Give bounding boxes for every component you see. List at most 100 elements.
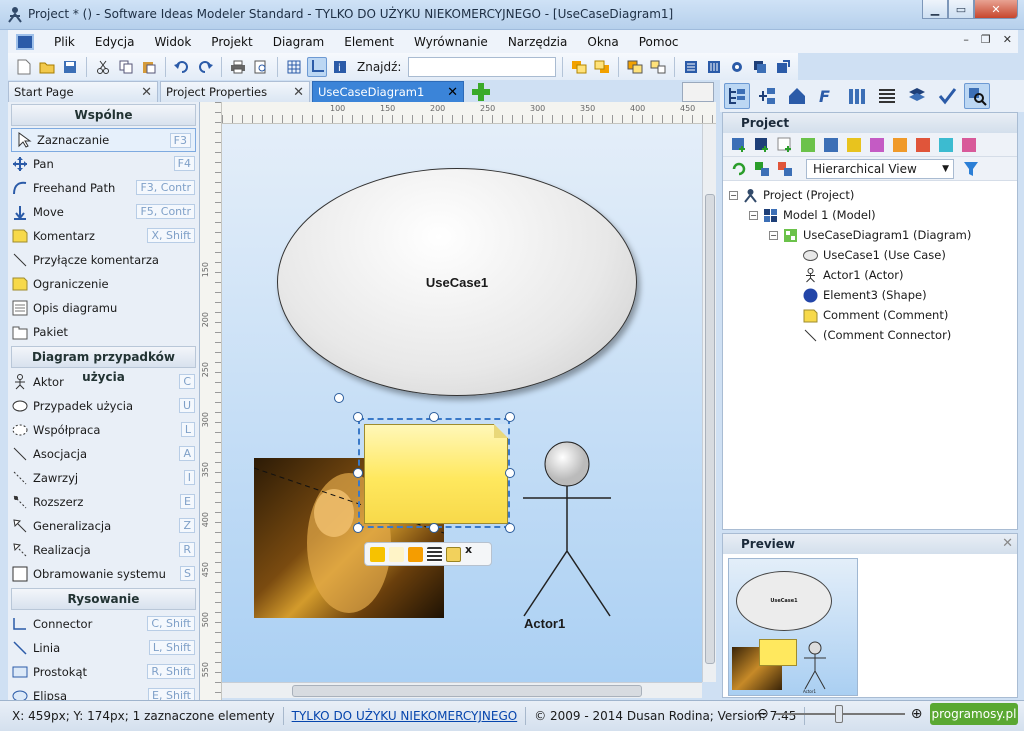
menu-projekt[interactable]: Projekt: [201, 35, 262, 49]
formula-icon[interactable]: F: [814, 83, 840, 109]
toolbox-item[interactable]: Przyłącze komentarza: [8, 248, 199, 272]
toolbox-section-header[interactable]: Diagram przypadków użycia: [11, 346, 196, 384]
tree-expander[interactable]: −: [769, 230, 778, 240]
toolbox-item[interactable]: Przypadek użycia U: [8, 394, 199, 418]
resize-handle[interactable]: [429, 523, 439, 533]
copy-icon[interactable]: [116, 57, 136, 77]
snap-icon[interactable]: [307, 56, 327, 77]
columns-icon[interactable]: [844, 83, 870, 109]
tab-dropdown-button[interactable]: [682, 82, 714, 102]
close-button[interactable]: ✕: [974, 0, 1018, 19]
menu-element[interactable]: Element: [334, 35, 404, 49]
toolbox-item[interactable]: Realizacja R: [8, 538, 199, 562]
maximize-button[interactable]: ▭: [948, 0, 974, 19]
toolbox-item[interactable]: Zaznaczanie F3: [11, 128, 196, 152]
menu-wyrownanie[interactable]: Wyrównanie: [404, 35, 498, 49]
grid-icon[interactable]: [284, 57, 304, 77]
mdi-minimize-button[interactable]: –: [963, 33, 969, 46]
zoom-out-icon[interactable]: ⊖: [757, 706, 769, 722]
toolbox-item[interactable]: Generalizacja Z: [8, 514, 199, 538]
bring-front-icon[interactable]: [569, 57, 589, 77]
group-icon[interactable]: [625, 57, 645, 77]
orange-color-icon[interactable]: [408, 546, 423, 562]
tree-node[interactable]: − Project (Project): [723, 185, 1017, 205]
paste-icon[interactable]: [139, 57, 159, 77]
refresh-icon[interactable]: [729, 159, 749, 179]
list-icon[interactable]: [874, 83, 900, 109]
distribute-icon[interactable]: [704, 57, 724, 77]
toolbox-item[interactable]: Linia L, Shift: [8, 636, 199, 660]
activity-diagram-icon[interactable]: [844, 135, 864, 155]
minimize-button[interactable]: ▁: [922, 0, 948, 19]
toolbox-item[interactable]: Obramowanie systemu S: [8, 562, 199, 586]
checklist-icon[interactable]: [934, 83, 960, 109]
view-mode-select[interactable]: Hierarchical View ▼: [806, 158, 954, 179]
menu-plik[interactable]: Plik: [44, 35, 85, 49]
tree-expander[interactable]: −: [729, 190, 738, 200]
close-preview-icon[interactable]: ✕: [1002, 534, 1013, 554]
zoom-view-icon[interactable]: [964, 83, 990, 109]
menu-pomoc[interactable]: Pomoc: [629, 35, 689, 49]
resize-handle[interactable]: [505, 412, 515, 422]
tree-node[interactable]: (Comment Connector): [723, 325, 1017, 345]
close-tab-icon[interactable]: ✕: [141, 85, 152, 100]
other-diagram-icon[interactable]: [959, 135, 979, 155]
zoom-in-icon[interactable]: ⊕: [911, 706, 923, 722]
toolbox-item[interactable]: Ograniczenie: [8, 272, 199, 296]
add-package-icon[interactable]: [752, 135, 772, 155]
horizontal-scrollbar[interactable]: [222, 682, 702, 698]
resize-handle[interactable]: [505, 468, 515, 478]
toolbox-section-header[interactable]: Wspólne: [11, 104, 196, 126]
toolbox-item[interactable]: Connector C, Shift: [8, 612, 199, 636]
zoom-slider[interactable]: [774, 705, 905, 723]
rotate-handle[interactable]: [334, 393, 344, 403]
mdi-restore-button[interactable]: ❐: [981, 33, 991, 46]
align-icon[interactable]: [681, 57, 701, 77]
toolbox-item[interactable]: Asocjacja A: [8, 442, 199, 466]
tab-project-properties[interactable]: Project Properties ✕: [160, 81, 310, 102]
toolbox-item[interactable]: Move F5, Contr: [8, 200, 199, 224]
resize-handle[interactable]: [505, 523, 515, 533]
menu-edycja[interactable]: Edycja: [85, 35, 145, 49]
resize-handle[interactable]: [353, 412, 363, 422]
line-style-icon[interactable]: [427, 546, 442, 562]
close-quickbar-icon[interactable]: x: [465, 543, 472, 556]
tree-node[interactable]: − Model 1 (Model): [723, 205, 1017, 225]
usecase-shape[interactable]: UseCase1: [277, 168, 637, 396]
add-element-icon[interactable]: [775, 135, 795, 155]
close-tab-icon[interactable]: ✕: [447, 85, 458, 100]
tree-node[interactable]: − UseCaseDiagram1 (Diagram): [723, 225, 1017, 245]
menu-narzedzia[interactable]: Narzędzia: [498, 35, 578, 49]
tree-node[interactable]: UseCase1 (Use Case): [723, 245, 1017, 265]
tab-start-page[interactable]: Start Page ✕: [8, 81, 158, 102]
stack-icon[interactable]: [904, 83, 930, 109]
expand-all-icon[interactable]: [752, 159, 772, 179]
filter-icon[interactable]: [957, 159, 985, 179]
redo-icon[interactable]: [195, 57, 215, 77]
find-input[interactable]: [408, 56, 557, 77]
toolbox-item[interactable]: Aktor C: [8, 370, 199, 394]
tree-expander[interactable]: −: [749, 210, 758, 220]
menu-okna[interactable]: Okna: [577, 35, 628, 49]
component-diagram-icon[interactable]: [913, 135, 933, 155]
gear-icon[interactable]: [727, 57, 747, 77]
close-tab-icon[interactable]: ✕: [293, 85, 304, 100]
sequence-diagram-icon[interactable]: [867, 135, 887, 155]
tree-node[interactable]: Actor1 (Actor): [723, 265, 1017, 285]
toolbox-item[interactable]: Komentarz X, Shift: [8, 224, 199, 248]
add-tab-icon[interactable]: [472, 83, 490, 101]
cut-icon[interactable]: [93, 57, 113, 77]
toolbox-item[interactable]: Pan F4: [8, 152, 199, 176]
usecase-diagram-icon[interactable]: [798, 135, 818, 155]
vertical-scrollbar[interactable]: [702, 124, 716, 682]
add-model-icon[interactable]: [729, 135, 749, 155]
comment-shape[interactable]: [364, 424, 508, 524]
toolbox-item[interactable]: Pakiet: [8, 320, 199, 344]
toolbox-item[interactable]: Elipsa E, Shift: [8, 684, 199, 700]
preview-thumbnail[interactable]: UseCase1 Actor1: [728, 558, 858, 696]
light-color-icon[interactable]: [389, 546, 404, 562]
properties-icon[interactable]: i: [330, 57, 350, 77]
tree-node[interactable]: Comment (Comment): [723, 305, 1017, 325]
comment-style-icon[interactable]: [446, 546, 461, 562]
ungroup-icon[interactable]: [648, 57, 668, 77]
